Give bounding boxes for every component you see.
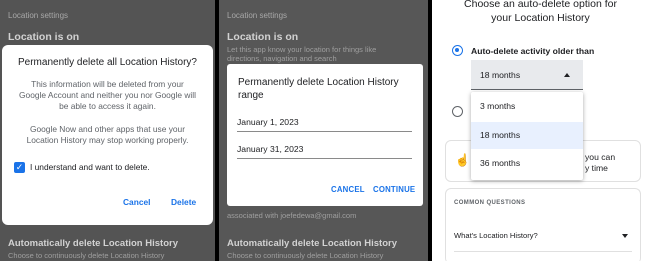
start-date-field[interactable]: January 1, 2023 bbox=[237, 117, 412, 132]
delete-range-dialog: Permanently delete Location History rang… bbox=[227, 64, 423, 206]
bg-location-heading: Location is on bbox=[8, 31, 80, 43]
delete-button[interactable]: Delete bbox=[171, 197, 196, 207]
auto-delete-option-label: Auto-delete activity older than bbox=[471, 46, 595, 56]
age-select-value: 18 months bbox=[480, 70, 521, 80]
bg-account-text: associated with joefedewa@gmail.com bbox=[227, 211, 357, 220]
end-date-field[interactable]: January 31, 2023 bbox=[237, 144, 412, 159]
common-questions-label: COMMON QUESTIONS bbox=[454, 200, 526, 206]
menu-option-3-months[interactable]: 3 months bbox=[471, 93, 583, 120]
dialog-title: Permanently delete all Location History? bbox=[18, 57, 197, 68]
bg-auto-delete-heading: Automatically delete Location History bbox=[227, 238, 397, 249]
expand-icon[interactable] bbox=[622, 234, 628, 238]
bg-location-heading: Location is on bbox=[227, 31, 299, 43]
bg-auto-delete-text: Choose to continuously delete Location H… bbox=[8, 251, 165, 260]
screen-delete-range: Location settings Location is on Let thi… bbox=[219, 0, 428, 261]
screen-auto-delete: Choose an auto-delete option for your Lo… bbox=[432, 0, 649, 261]
faq-item-label[interactable]: What's Location History? bbox=[454, 231, 538, 240]
radio-selected-dot bbox=[455, 48, 459, 52]
bg-location-text: Let this app know your location for thin… bbox=[227, 45, 377, 63]
bg-settings-label: Location settings bbox=[227, 11, 288, 20]
checkbox-label: I understand and want to delete. bbox=[30, 162, 150, 172]
age-select-menu: 3 months 18 months 36 months bbox=[471, 92, 583, 180]
common-questions-card: COMMON QUESTIONS What's Location History… bbox=[445, 188, 641, 261]
delete-all-dialog: Permanently delete all Location History?… bbox=[2, 45, 213, 225]
auto-delete-radio[interactable] bbox=[452, 45, 463, 56]
bg-settings-label: Location settings bbox=[8, 11, 69, 20]
continue-button[interactable]: CONTINUE bbox=[373, 185, 415, 194]
info-card-text: you can y time bbox=[585, 152, 616, 173]
dialog-body-1: This information will be deleted from yo… bbox=[19, 79, 196, 111]
keep-radio[interactable] bbox=[452, 106, 463, 117]
dialog-title: Permanently delete Location History rang… bbox=[238, 77, 399, 101]
bg-auto-delete-heading: Automatically delete Location History bbox=[8, 238, 178, 249]
menu-option-18-months[interactable]: 18 months bbox=[471, 122, 583, 149]
understand-checkbox[interactable]: ✓ bbox=[14, 162, 25, 173]
page-title: Choose an auto-delete option for your Lo… bbox=[464, 0, 617, 24]
bg-auto-delete-text: Choose to continuously delete Location H… bbox=[227, 251, 384, 260]
faq-divider bbox=[454, 251, 632, 252]
screen-delete-all: Location settings Location is on Permane… bbox=[0, 0, 215, 261]
dialog-body-2: Google Now and other apps that use your … bbox=[26, 124, 189, 145]
check-icon: ✓ bbox=[15, 162, 24, 172]
caret-up-icon bbox=[564, 73, 570, 77]
cancel-button[interactable]: CANCEL bbox=[331, 185, 365, 194]
hand-icon: ☝ bbox=[455, 153, 470, 167]
age-select[interactable]: 18 months bbox=[471, 60, 583, 90]
menu-option-36-months[interactable]: 36 months bbox=[471, 150, 583, 177]
cancel-button[interactable]: Cancel bbox=[123, 197, 150, 207]
